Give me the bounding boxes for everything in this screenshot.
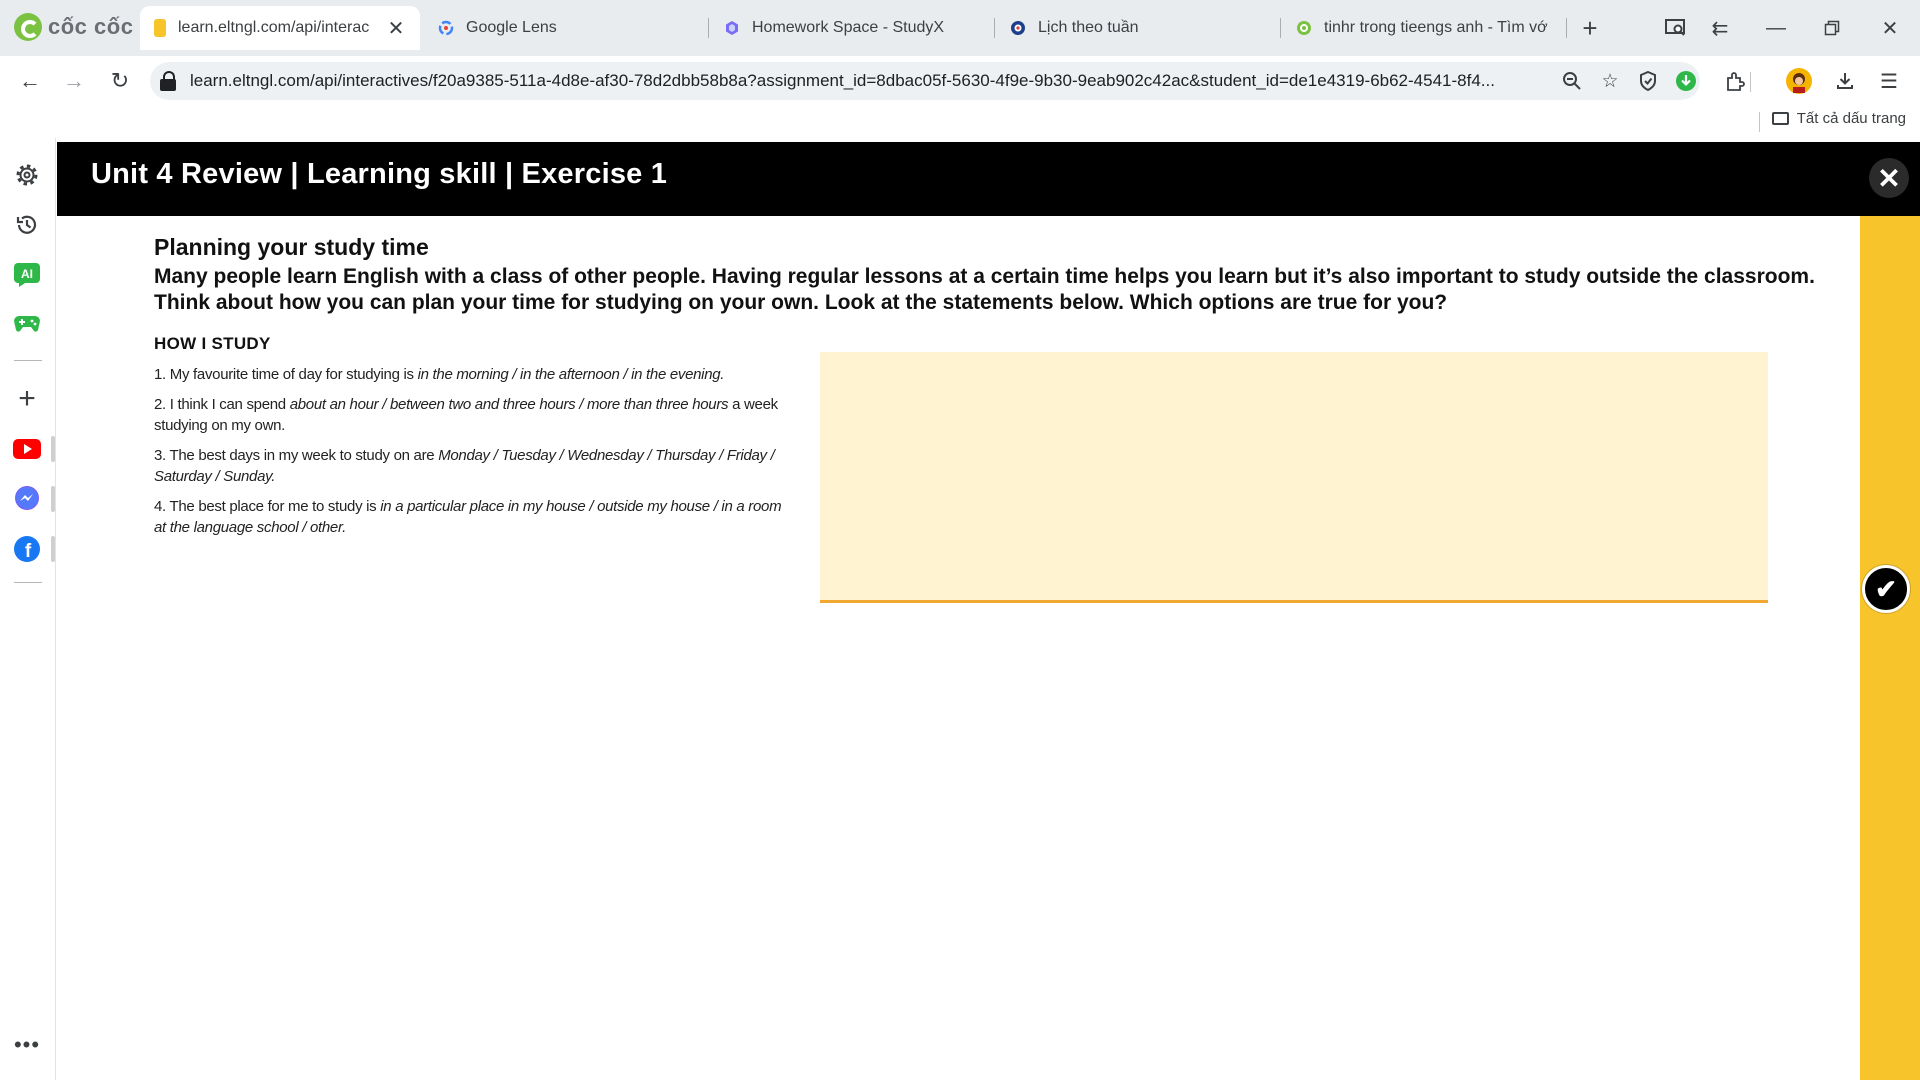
tab-coccoc-search[interactable]: tinhr trong tieengs anh - Tìm vớ [1282, 6, 1564, 50]
messenger-icon[interactable] [12, 484, 42, 514]
download-status-icon[interactable] [1674, 69, 1698, 93]
tab-title: tinhr trong tieengs anh - Tìm vớ [1324, 19, 1548, 36]
folder-icon [1771, 112, 1789, 125]
close-tab-icon[interactable]: ✕ [386, 16, 406, 41]
browser-brand[interactable]: cốc cốc [14, 12, 133, 42]
sidebar-divider [14, 360, 42, 361]
statement-2: 2. I think I can spend about an hour / b… [154, 394, 784, 436]
tab-calendar[interactable]: Lịch theo tuần [996, 6, 1276, 50]
game-controller-icon[interactable] [12, 308, 42, 338]
check-answer-button[interactable]: ✔ [1862, 565, 1910, 613]
ai-assistant-icon[interactable]: AI [12, 260, 42, 290]
minimize-icon[interactable]: — [1760, 12, 1792, 44]
tab-divider [1280, 18, 1281, 38]
reload-icon[interactable]: ↻ [104, 65, 136, 97]
add-sidebar-app-icon[interactable]: + [12, 382, 42, 415]
bookmarks-divider [1759, 112, 1760, 132]
all-bookmarks-label: Tất cả dấu trang [1796, 110, 1906, 127]
address-bar[interactable]: learn.eltngl.com/api/interactives/f20a93… [150, 62, 1700, 100]
studyx-icon [726, 21, 738, 35]
exercise-window: Unit 4 Review | Learning skill | Exercis… [57, 142, 1920, 1080]
tab-list-back-icon[interactable]: ⇇ [1704, 12, 1736, 44]
profile-avatar[interactable] [1784, 66, 1814, 96]
zoom-out-icon[interactable] [1560, 69, 1584, 93]
tab-title: learn.eltngl.com/api/interac [178, 19, 370, 36]
statement-text: 4. The best place for me to study is [154, 498, 381, 515]
history-icon[interactable] [12, 210, 42, 240]
exercise-header-title: Unit 4 Review | Learning skill | Exercis… [91, 158, 668, 190]
statement-3: 3. The best days in my week to study on … [154, 445, 784, 487]
restore-icon[interactable] [1816, 12, 1848, 44]
tab-title: Homework Space - StudyX [752, 19, 945, 36]
svg-text:f: f [25, 541, 32, 562]
back-icon[interactable]: ← [14, 65, 46, 97]
downloads-icon[interactable] [1830, 66, 1860, 96]
tab-divider [994, 18, 995, 38]
browser-sidebar: AI + f ••• [0, 138, 56, 1080]
statement-4: 4. The best place for me to study is in … [154, 496, 784, 538]
extensions-icon[interactable] [1720, 66, 1750, 96]
all-bookmarks-button[interactable]: Tất cả dấu trang [1771, 110, 1906, 127]
close-exercise-button[interactable]: ✕ [1869, 158, 1909, 198]
tab-google-lens[interactable]: Google Lens [424, 6, 704, 50]
statement-text: 3. The best days in my week to study on … [154, 447, 439, 464]
toolbar-divider [1750, 72, 1751, 92]
exercise-title: Planning your study time [154, 234, 429, 260]
statement-1: 1. My favourite time of day for studying… [154, 364, 784, 385]
calendar-site-icon [1011, 21, 1025, 35]
tab-search-icon[interactable] [1660, 12, 1692, 44]
exercise-instructions: Many people learn English with a class o… [154, 265, 1815, 314]
statement-list: 1. My favourite time of day for studying… [154, 364, 784, 547]
coccoc-search-icon [1297, 21, 1311, 35]
statement-text: 1. My favourite time of day for studying… [154, 366, 418, 383]
coccoc-logo-icon [14, 13, 42, 41]
svg-text:AI: AI [21, 267, 33, 281]
settings-gear-icon[interactable] [12, 160, 42, 190]
tab-title: Lịch theo tuần [1038, 19, 1139, 36]
active-app-indicator [51, 536, 55, 562]
tab-studyx[interactable]: Homework Space - StudyX [710, 6, 990, 50]
tab-strip: cốc cốc learn.eltngl.com/api/interac ✕ G… [0, 0, 1920, 56]
tab-eltngl[interactable]: learn.eltngl.com/api/interac ✕ [140, 6, 420, 50]
youtube-icon[interactable] [12, 434, 42, 464]
google-lens-icon [438, 20, 454, 36]
active-app-indicator [51, 486, 55, 512]
brand-name: cốc cốc [48, 14, 134, 39]
url-text[interactable]: learn.eltngl.com/api/interactives/f20a93… [190, 71, 1570, 91]
statement-text: 2. I think I can spend [154, 396, 290, 413]
facebook-icon[interactable]: f [12, 534, 42, 564]
lock-icon[interactable] [160, 71, 178, 91]
tab-title: Google Lens [466, 19, 557, 36]
new-tab-button[interactable]: + [1574, 12, 1606, 44]
tab-divider [708, 18, 709, 38]
toolbar: ← → ↻ learn.eltngl.com/api/interactives/… [0, 56, 1920, 106]
tab-divider [1566, 18, 1567, 38]
statement-options: in the morning / in the afternoon / in t… [417, 366, 725, 383]
answer-text-area[interactable] [820, 352, 1768, 603]
shield-icon[interactable] [1636, 69, 1660, 93]
bookmarks-bar: Tất cả dấu trang [0, 106, 1920, 138]
exercise-header: Unit 4 Review | Learning skill | Exercis… [57, 142, 1920, 216]
close-window-icon[interactable]: ✕ [1874, 12, 1906, 44]
section-heading: HOW I STUDY [154, 334, 271, 353]
active-app-indicator [51, 436, 55, 462]
sidebar-divider [14, 582, 42, 583]
bookmark-star-icon[interactable]: ☆ [1598, 69, 1622, 93]
yellow-page-icon [154, 19, 166, 37]
menu-icon[interactable]: ☰ [1874, 66, 1904, 96]
side-navigation-bar [1860, 216, 1920, 1080]
forward-icon[interactable]: → [58, 65, 90, 97]
more-options-icon[interactable]: ••• [12, 1030, 42, 1060]
statement-options: about an hour / between two and three ho… [289, 396, 729, 413]
